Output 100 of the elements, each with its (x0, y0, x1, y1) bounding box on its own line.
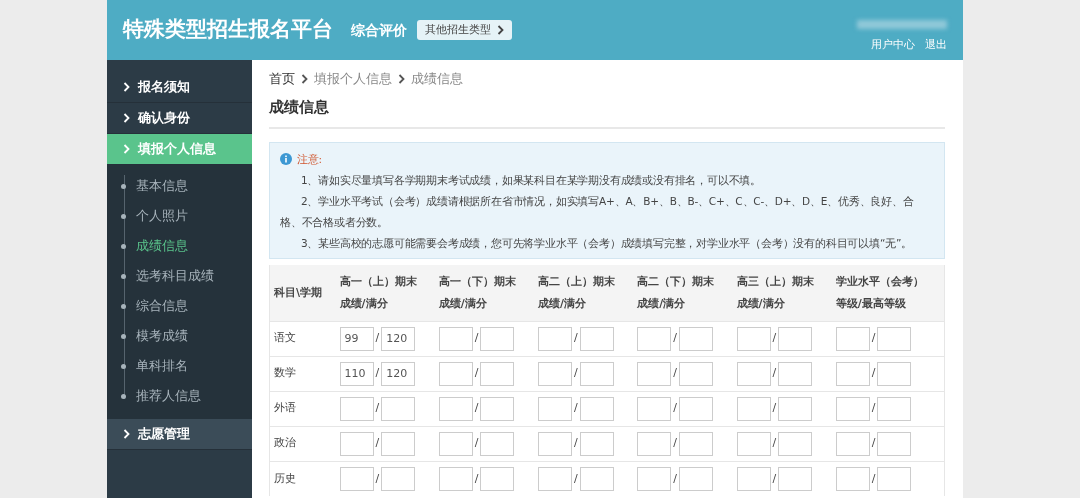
switch-type-button[interactable]: 其他招生类型 (417, 19, 512, 41)
score-input[interactable] (438, 326, 473, 351)
subject-cell: 政治 (269, 426, 336, 461)
score-input[interactable] (438, 466, 473, 491)
slash-separator: / (474, 365, 479, 382)
subject-cell: 外语 (269, 391, 336, 426)
max-score-input[interactable] (678, 396, 713, 421)
max-score-input[interactable] (877, 326, 912, 351)
max-score-input[interactable]: 120 (381, 326, 416, 351)
score-input[interactable] (339, 396, 374, 421)
max-score-input[interactable] (778, 326, 813, 351)
chevron-right-icon (123, 144, 130, 154)
max-score-input[interactable] (678, 361, 713, 386)
sidebar-subitem[interactable]: 选考科目成绩 (107, 261, 252, 291)
breadcrumb-link[interactable]: 首页 (269, 69, 295, 89)
max-score-input[interactable] (579, 431, 614, 456)
max-score-input[interactable] (678, 326, 713, 351)
sidebar-subitem[interactable]: 成绩信息 (107, 231, 252, 261)
sidebar-subitem[interactable]: 推荐人信息 (107, 381, 252, 411)
site-title: 特殊类型招生报名平台 (123, 16, 333, 44)
notice-text: 3、某些高校的志愿可能需要会考成绩，您可先将学业水平（会考）成绩填写完整，对学业水平（会考）没有的科目可以填“无”。 (300, 235, 913, 251)
max-score-input[interactable] (778, 396, 813, 421)
score-input[interactable] (438, 361, 473, 386)
score-input[interactable] (339, 466, 374, 491)
score-input[interactable] (637, 326, 672, 351)
max-score-input[interactable] (778, 361, 813, 386)
score-input[interactable] (835, 326, 870, 351)
score-input[interactable] (835, 466, 870, 491)
slash-separator: / (673, 365, 677, 382)
score-input[interactable] (736, 396, 771, 421)
max-score-input[interactable] (778, 431, 813, 456)
bullet-icon (121, 363, 126, 369)
score-input[interactable] (637, 361, 672, 386)
sidebar-item[interactable]: 报名须知 (107, 72, 252, 103)
score-input[interactable] (438, 431, 473, 456)
chevron-right-icon (123, 429, 130, 439)
max-score-input[interactable] (480, 466, 515, 491)
chevron-right-icon (301, 74, 308, 84)
max-score-input[interactable] (877, 396, 912, 421)
score-input[interactable] (835, 396, 870, 421)
score-input[interactable] (736, 361, 771, 386)
score-input[interactable] (538, 466, 572, 491)
max-score-input[interactable] (877, 466, 912, 491)
max-score-input[interactable]: 120 (381, 361, 416, 386)
score-input[interactable] (637, 431, 672, 456)
max-score-input[interactable] (877, 431, 912, 456)
sidebar-item[interactable]: 志愿管理 (107, 419, 252, 450)
slash-separator: / (673, 435, 677, 452)
max-score-input[interactable] (778, 466, 813, 491)
max-score-input[interactable] (678, 431, 713, 456)
column-header: 高一（下）期末 成绩/满分 (434, 264, 534, 321)
score-input[interactable] (736, 326, 771, 351)
score-input[interactable]: 99 (339, 326, 374, 351)
slash-separator: / (871, 435, 876, 452)
score-input[interactable] (538, 396, 572, 421)
slash-separator: / (375, 330, 380, 347)
max-score-input[interactable] (480, 361, 515, 386)
page-title: 成绩信息 (269, 90, 945, 129)
max-score-input[interactable] (381, 431, 416, 456)
max-score-input[interactable] (480, 326, 515, 351)
score-input[interactable]: 110 (339, 361, 374, 386)
score-input[interactable] (637, 466, 672, 491)
sidebar-subitem[interactable]: 单科排名 (107, 351, 252, 381)
max-score-input[interactable] (579, 361, 614, 386)
sidebar-subitem[interactable]: 模考成绩 (107, 321, 252, 351)
max-score-input[interactable] (381, 466, 416, 491)
slash-separator: / (871, 365, 876, 382)
max-score-input[interactable] (381, 396, 416, 421)
score-input[interactable] (538, 326, 572, 351)
max-score-input[interactable] (480, 396, 515, 421)
column-header: 学业水平（会考） 等级/最高等级 (831, 264, 945, 321)
max-score-input[interactable] (480, 431, 515, 456)
notice-text: 2、学业水平考试（会考）成绩请根据所在省市情况，如实填写A+、A、B+、B、B-、C+、C、C-、D+、D、E、优秀、良好、合格、不合格或者分数。 (280, 193, 915, 230)
score-input[interactable] (736, 431, 771, 456)
chevron-right-icon (123, 82, 130, 92)
score-input[interactable] (835, 431, 870, 456)
max-score-input[interactable] (877, 361, 912, 386)
max-score-input[interactable] (579, 466, 614, 491)
bullet-icon (121, 213, 126, 219)
score-input[interactable] (835, 361, 870, 386)
max-score-input[interactable] (579, 326, 614, 351)
slash-separator: / (574, 400, 578, 417)
score-input[interactable] (736, 466, 771, 491)
score-input[interactable] (637, 396, 672, 421)
score-input[interactable] (538, 361, 572, 386)
sidebar-subitem[interactable]: 基本信息 (107, 171, 252, 201)
max-score-input[interactable] (678, 466, 713, 491)
sidebar-subitem[interactable]: 个人照片 (107, 201, 252, 231)
sidebar-subitem[interactable]: 综合信息 (107, 291, 252, 321)
score-input[interactable] (339, 431, 374, 456)
slash-separator: / (474, 400, 479, 417)
bullet-icon (121, 393, 126, 399)
bullet-icon (121, 303, 126, 309)
breadcrumb-item: 成绩信息 (411, 69, 463, 88)
score-input[interactable] (438, 396, 473, 421)
slash-separator: / (673, 330, 677, 347)
score-input[interactable] (538, 431, 572, 456)
slash-separator: / (772, 365, 777, 382)
max-score-input[interactable] (579, 396, 614, 421)
slash-separator: / (375, 470, 380, 487)
